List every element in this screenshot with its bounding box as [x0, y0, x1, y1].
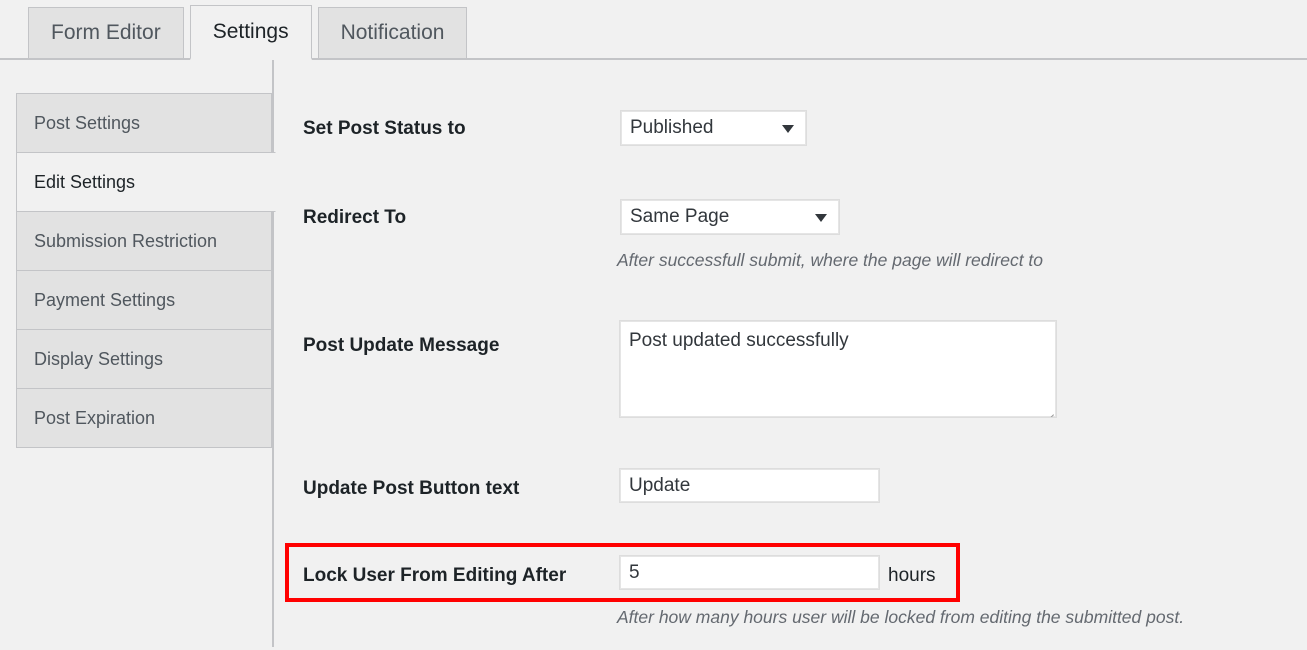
tab-settings-label: Settings	[212, 20, 289, 43]
set-post-status-select[interactable]: Published	[620, 110, 807, 146]
lock-user-hours-input[interactable]: 5	[619, 555, 880, 590]
row-redirect-to: Redirect To Same Page After successfull …	[276, 195, 1307, 295]
row-update-post-button-text: Update Post Button text Update	[276, 468, 1307, 518]
post-update-message-label: Post Update Message	[303, 335, 500, 356]
sidebar-item-edit-settings-label: Edit Settings	[34, 172, 136, 192]
tab-notification[interactable]: Notification	[317, 7, 468, 60]
redirect-to-select[interactable]: Same Page	[620, 199, 840, 235]
lock-user-hours-suffix: hours	[888, 565, 936, 586]
settings-sidebar: Post Settings Edit Settings Submission R…	[0, 60, 276, 647]
redirect-to-label: Redirect To	[303, 207, 407, 228]
tab-notification-label: Notification	[340, 21, 445, 44]
sidebar-item-payment-settings[interactable]: Payment Settings	[16, 270, 272, 330]
redirect-to-description: After successfull submit, where the page…	[617, 250, 1044, 270]
sidebar-item-payment-settings-label: Payment Settings	[34, 290, 176, 310]
tab-settings[interactable]: Settings	[189, 5, 312, 60]
sidebar-item-display-settings-label: Display Settings	[34, 349, 164, 369]
set-post-status-label: Set Post Status to	[303, 118, 466, 139]
tab-form-editor-label: Form Editor	[51, 21, 161, 44]
primary-tab-bar: Form Editor Settings Notification	[0, 0, 1307, 60]
settings-panel: Post Settings Edit Settings Submission R…	[0, 60, 1307, 647]
tab-list: Form Editor Settings Notification	[28, 5, 468, 60]
row-lock-user-from-editing: Lock User From Editing After 5 hours Aft…	[276, 555, 1307, 650]
row-set-post-status: Set Post Status to Published	[276, 106, 1307, 162]
sidebar-item-post-expiration-label: Post Expiration	[34, 408, 156, 428]
lock-user-description: After how many hours user will be locked…	[617, 607, 1185, 627]
lock-user-from-editing-label: Lock User From Editing After	[303, 565, 567, 586]
sidebar-item-submission-restriction[interactable]: Submission Restriction	[16, 211, 272, 271]
update-post-button-text-input[interactable]: Update	[619, 468, 880, 503]
update-post-button-text-label: Update Post Button text	[303, 478, 520, 499]
tab-form-editor[interactable]: Form Editor	[28, 7, 184, 60]
lock-user-hours-value: 5	[629, 562, 640, 583]
set-post-status-value: Published	[630, 117, 714, 138]
sidebar-item-post-settings-label: Post Settings	[34, 113, 141, 133]
sidebar-item-display-settings[interactable]: Display Settings	[16, 329, 272, 389]
sidebar-item-post-settings[interactable]: Post Settings	[16, 93, 272, 153]
post-update-message-value: Post updated successfully	[629, 330, 849, 351]
chevron-down-icon	[815, 214, 827, 222]
sidebar-item-submission-restriction-label: Submission Restriction	[34, 231, 218, 251]
post-update-message-textarea[interactable]: Post updated successfully	[619, 320, 1057, 418]
resize-handle-icon[interactable]	[1042, 404, 1054, 417]
row-post-update-message: Post Update Message Post updated success…	[276, 320, 1307, 430]
sidebar-item-edit-settings[interactable]: Edit Settings	[16, 152, 276, 212]
edit-settings-form: Set Post Status to Published Redirect To…	[276, 60, 1307, 647]
sidebar-item-post-expiration[interactable]: Post Expiration	[16, 388, 272, 448]
update-post-button-text-value: Update	[629, 475, 691, 496]
redirect-to-value: Same Page	[630, 206, 730, 227]
chevron-down-icon	[782, 125, 794, 133]
